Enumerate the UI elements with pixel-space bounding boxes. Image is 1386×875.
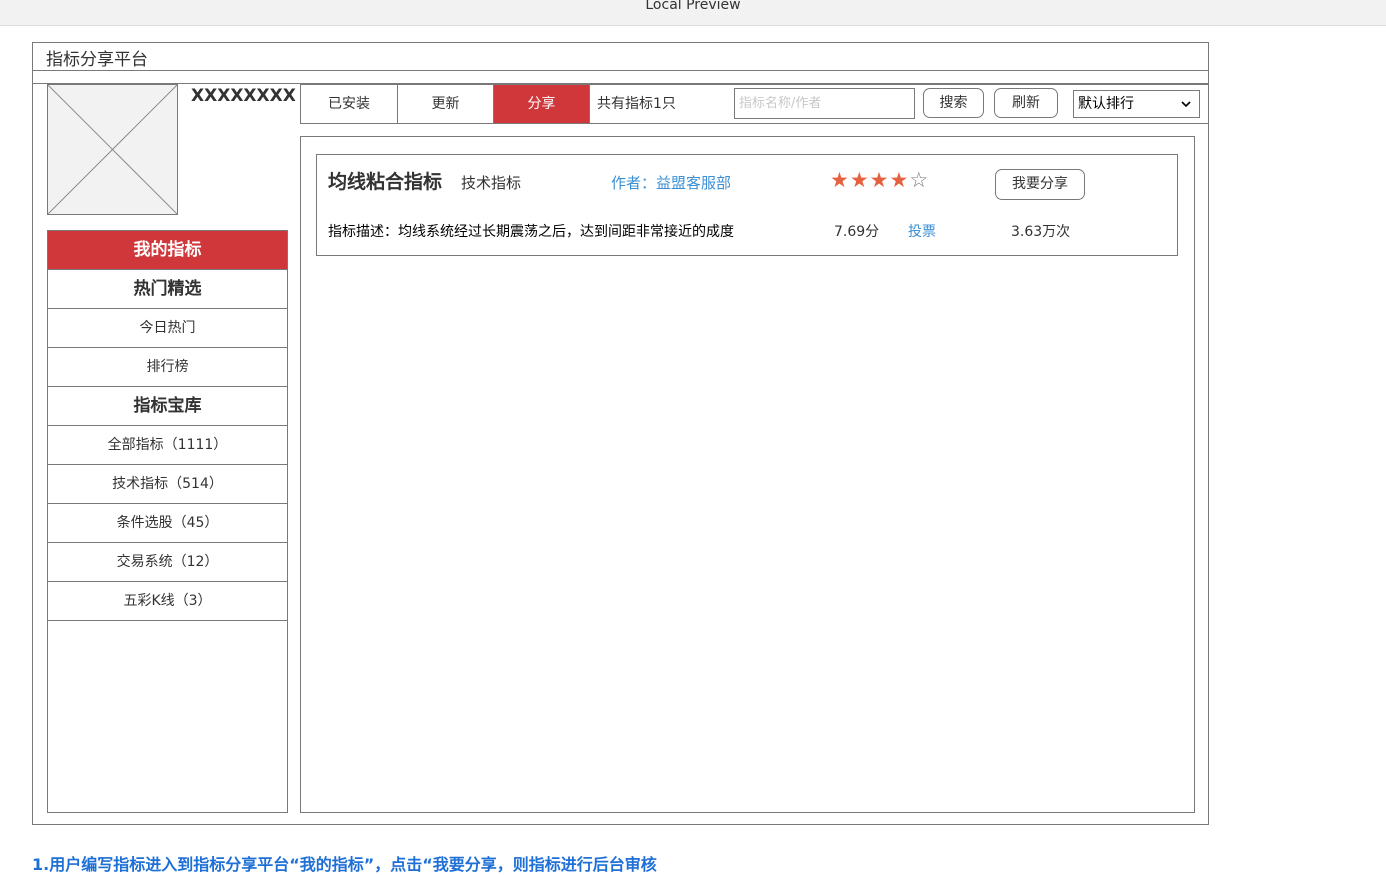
star-filled-icon: ★ [869, 168, 890, 192]
star-filled-icon: ★ [849, 168, 870, 192]
indicator-card: 均线粘合指标 技术指标 作者：益盟客服部 ★★★★☆ 我要分享 指标描述：均线系… [316, 154, 1178, 256]
chevron-down-icon [1181, 91, 1191, 127]
sort-select-value: 默认排行 [1078, 96, 1134, 112]
indicator-author[interactable]: 作者：益盟客服部 [611, 172, 731, 193]
sidebar-item-hot-picks[interactable]: 热门精选 [48, 270, 287, 309]
sidebar-item-indicator-library[interactable]: 指标宝库 [48, 387, 287, 426]
sidebar-item-my-indicators[interactable]: 我的指标 [48, 231, 287, 270]
indicator-score: 7.69分 [834, 224, 880, 240]
sidebar-item-leaderboard[interactable]: 排行榜 [48, 348, 287, 387]
tab-bar: 已安装 更新 分享 共有指标1只 搜索 刷新 默认排行 [300, 84, 1209, 124]
indicator-description: 指标描述：均线系统经过长期震荡之后，达到间距非常接近的成度 [328, 224, 734, 240]
star-filled-icon: ★ [830, 168, 850, 192]
sidebar-item-stock-screening[interactable]: 条件选股（45） [48, 504, 287, 543]
window-title: Local Preview [645, 0, 741, 13]
refresh-button[interactable]: 刷新 [994, 88, 1058, 118]
indicator-views: 3.63万次 [1011, 224, 1071, 240]
sidebar-item-colored-kline[interactable]: 五彩K线（3） [48, 582, 287, 621]
sidebar-item-today-hot[interactable]: 今日热门 [48, 309, 287, 348]
indicator-category: 技术指标 [461, 174, 522, 192]
image-placeholder-icon [48, 85, 177, 214]
search-input[interactable] [734, 88, 915, 119]
app-title: 指标分享平台 [33, 43, 1208, 71]
window-title-bar: Local Preview [0, 0, 1386, 26]
indicator-title: 均线粘合指标 [328, 171, 443, 193]
vote-link[interactable]: 投票 [908, 221, 936, 241]
share-button[interactable]: 我要分享 [995, 169, 1085, 200]
content-panel: 均线粘合指标 技术指标 作者：益盟客服部 ★★★★☆ 我要分享 指标描述：均线系… [300, 136, 1195, 813]
tab-installed[interactable]: 已安装 [301, 85, 398, 123]
search-button[interactable]: 搜索 [923, 88, 984, 118]
sidebar: 我的指标 热门精选 今日热门 排行榜 指标宝库 全部指标（1111） 技术指标（… [47, 230, 288, 813]
star-empty-icon: ☆ [909, 168, 930, 192]
avatar-placeholder [47, 84, 178, 215]
sort-select[interactable]: 默认排行 [1073, 90, 1200, 118]
app-frame: 指标分享平台 XXXXXXXX 我的指标 热门精选 今日热门 排行榜 指标宝库 … [32, 42, 1209, 825]
indicator-count: 共有指标1只 [597, 96, 676, 112]
sidebar-item-technical-indicators[interactable]: 技术指标（514） [48, 465, 287, 504]
sidebar-item-all-indicators[interactable]: 全部指标（1111） [48, 426, 287, 465]
annotation-note: 1.用户编写指标进入到指标分享平台“我的指标”，点击“我要分享，则指标进行后台审… [32, 855, 657, 874]
tab-updates[interactable]: 更新 [398, 85, 494, 123]
rating-stars: ★★★★☆ [830, 168, 929, 192]
tab-share[interactable]: 分享 [494, 85, 590, 123]
username: XXXXXXXX [191, 86, 296, 106]
sidebar-item-trading-systems[interactable]: 交易系统（12） [48, 543, 287, 582]
star-filled-icon: ★ [889, 168, 910, 192]
